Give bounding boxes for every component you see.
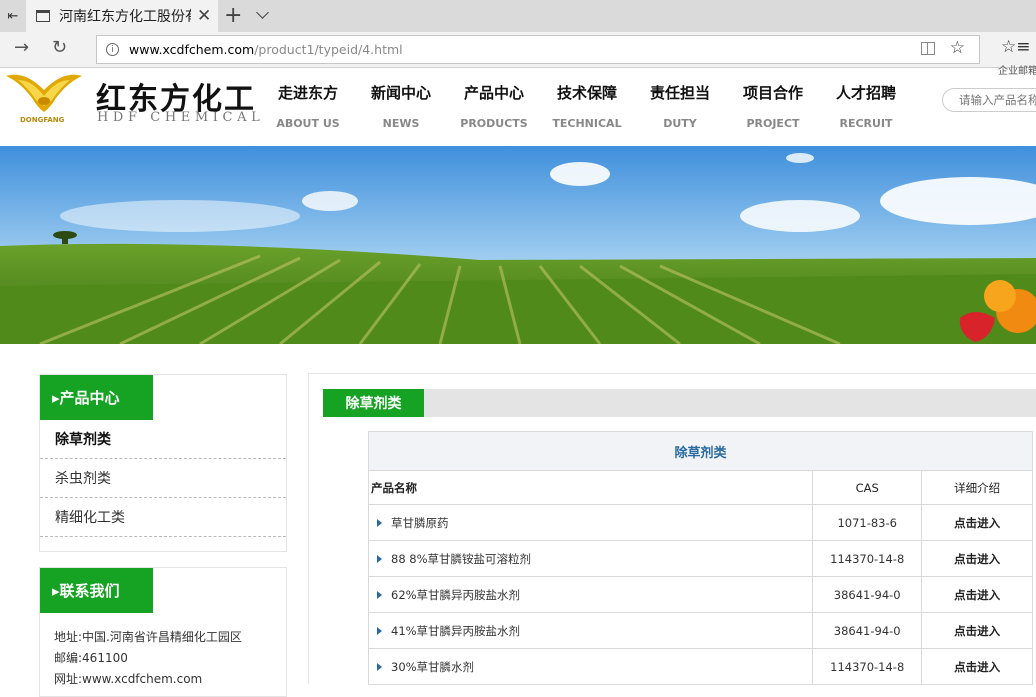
- bullet-icon: [377, 662, 382, 671]
- reading-view-icon[interactable]: [921, 42, 935, 55]
- tab-list-icon[interactable]: [256, 6, 269, 19]
- column-header-detail: 详细介绍: [921, 470, 1033, 505]
- sidebar-item-insecticides[interactable]: 杀虫剂类: [40, 459, 286, 498]
- page-icon: [36, 10, 50, 22]
- cas-cell: 114370-14-8: [812, 540, 923, 577]
- bullet-icon: [377, 518, 382, 527]
- sidebar-item-herbicides[interactable]: 除草剂类: [40, 420, 286, 459]
- bullet-icon: [377, 554, 382, 563]
- logo-caption: DONGFANG: [20, 116, 65, 124]
- brand-name-en: HDF CHEMICAL: [97, 110, 265, 125]
- url-text: www.xcdfchem.com/product1/typeid/4.html: [129, 42, 403, 57]
- sidebar-products-title: ▸ 产品中心: [40, 375, 153, 420]
- detail-link[interactable]: 点击进入: [921, 612, 1033, 649]
- sidebar-products: ▸ 产品中心 除草剂类 杀虫剂类 精细化工类: [39, 374, 287, 552]
- site-header: DONGFANG 红东方化工 HDF CHEMICAL 走进东方 ABOUT US…: [0, 66, 1036, 146]
- column-header-cas: CAS: [812, 470, 923, 505]
- nav-recruit[interactable]: 人才招聘 RECRUIT: [811, 82, 921, 130]
- info-icon[interactable]: i: [106, 43, 119, 56]
- table-row: 62%草甘膦异丙胺盐水剂 38641-94-0 点击进入: [367, 576, 1033, 613]
- sidebar-item-fine-chemicals[interactable]: 精细化工类: [40, 498, 286, 537]
- browser-nav-bar: → ↻ i www.xcdfchem.com/product1/typeid/4…: [0, 32, 1036, 68]
- refresh-icon[interactable]: ↻: [52, 37, 67, 58]
- detail-link[interactable]: 点击进入: [921, 576, 1033, 613]
- table-caption: 除草剂类: [368, 431, 1033, 471]
- address-bar[interactable]: i www.xcdfchem.com/product1/typeid/4.htm…: [96, 35, 980, 64]
- bullet-icon: [377, 626, 382, 635]
- cas-cell: 1071-83-6: [812, 504, 923, 541]
- table-row: 41%草甘膦异丙胺盐水剂 38641-94-0 点击进入: [367, 612, 1033, 649]
- detail-link[interactable]: 点击进入: [921, 648, 1033, 685]
- new-tab-icon[interactable]: +: [224, 3, 242, 28]
- contact-address: 地址:中国.河南省许昌精细化工园区: [54, 630, 242, 644]
- product-name-cell[interactable]: 41%草甘膦异丙胺盐水剂: [367, 612, 814, 649]
- close-icon[interactable]: ✕: [197, 6, 211, 26]
- cas-cell: 38641-94-0: [812, 576, 923, 613]
- browser-tab[interactable]: 河南红东方化工股份有限公司 ✕: [26, 0, 218, 32]
- product-table: 除草剂类 产品名称 CAS 详细介绍 草甘膦原药 1071-83-6 点击进入 …: [367, 431, 1033, 685]
- product-name-cell[interactable]: 62%草甘膦异丙胺盐水剂: [367, 576, 814, 613]
- company-email-link[interactable]: 企业邮箱: [998, 62, 1036, 77]
- banner-image: [0, 146, 1036, 344]
- main-content: 除草剂类 除草剂类 产品名称 CAS 详细介绍 草甘膦原药 1071-83-6 …: [308, 373, 1036, 685]
- category-bar: 除草剂类: [323, 389, 1036, 417]
- contact-postcode: 邮编:461100: [54, 651, 128, 665]
- detail-link[interactable]: 点击进入: [921, 540, 1033, 577]
- search-input[interactable]: [942, 88, 1036, 112]
- contact-website[interactable]: 网址:www.xcdfchem.com: [54, 669, 286, 690]
- category-tab[interactable]: 除草剂类: [323, 389, 424, 417]
- browser-tab-bar: ⇤ 河南红东方化工股份有限公司 ✕ +: [0, 0, 1036, 32]
- column-header-name: 产品名称: [367, 470, 814, 505]
- cas-cell: 114370-14-8: [812, 648, 923, 685]
- tab-actions-icon[interactable]: ⇤: [0, 0, 26, 32]
- sidebar-contact-title: ▸ 联系我们: [40, 568, 153, 613]
- product-name-cell[interactable]: 草甘膦原药: [367, 504, 814, 541]
- favorite-star-icon[interactable]: ☆: [950, 38, 965, 58]
- table-row: 30%草甘膦水剂 114370-14-8 点击进入: [367, 648, 1033, 685]
- tab-title: 河南红东方化工股份有限公司: [59, 9, 191, 25]
- bullet-icon: [377, 590, 382, 599]
- cas-cell: 38641-94-0: [812, 612, 923, 649]
- product-name-cell[interactable]: 30%草甘膦水剂: [367, 648, 814, 685]
- back-icon[interactable]: →: [14, 37, 29, 58]
- table-row: 草甘膦原药 1071-83-6 点击进入: [367, 504, 1033, 541]
- table-row: 88 8%草甘膦铵盐可溶粒剂 114370-14-8 点击进入: [367, 540, 1033, 577]
- table-header-row: 产品名称 CAS 详细介绍: [367, 470, 1033, 505]
- detail-link[interactable]: 点击进入: [921, 504, 1033, 541]
- favorites-hub-icon[interactable]: ☆≡: [1001, 37, 1030, 57]
- product-name-cell[interactable]: 88 8%草甘膦铵盐可溶粒剂: [367, 540, 814, 577]
- sidebar-contact: ▸ 联系我们 地址:中国.河南省许昌精细化工园区 邮编:461100 网址:www…: [39, 567, 287, 697]
- contact-info: 地址:中国.河南省许昌精细化工园区 邮编:461100 网址:www.xcdfc…: [40, 613, 286, 690]
